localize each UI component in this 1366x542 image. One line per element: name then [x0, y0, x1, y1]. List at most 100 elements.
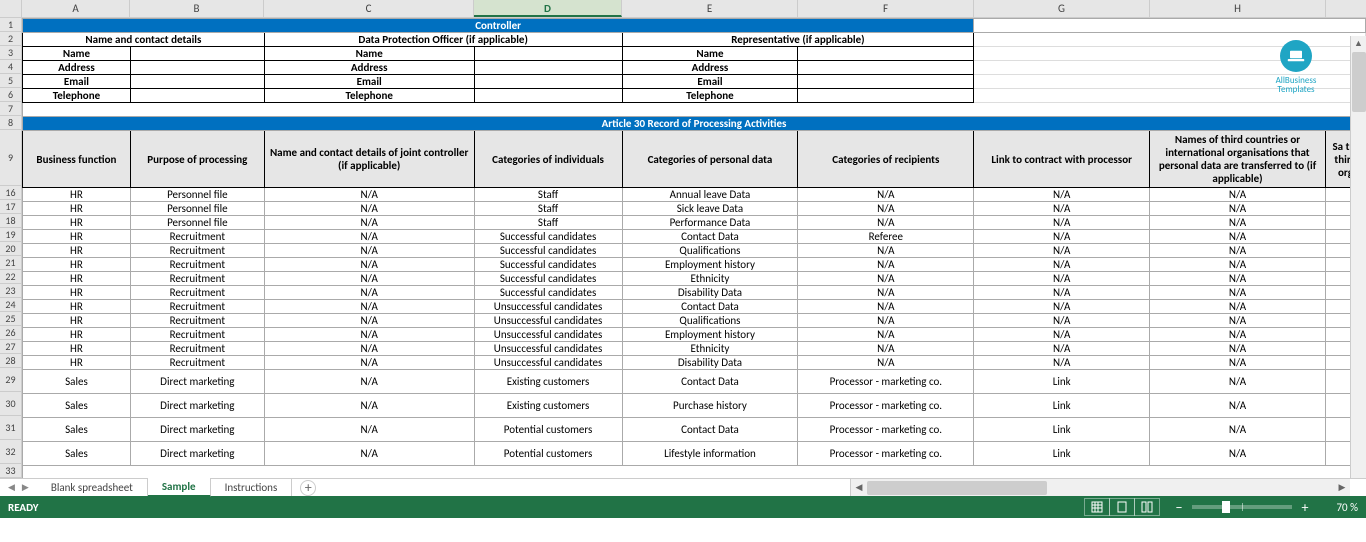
- cell[interactable]: Address: [264, 61, 474, 75]
- cell[interactable]: N/A: [798, 314, 974, 328]
- cell[interactable]: Performance Data: [622, 216, 798, 230]
- cell[interactable]: Recruitment: [130, 314, 264, 328]
- cell[interactable]: Disability Data: [622, 356, 798, 370]
- cell[interactable]: HR: [22, 328, 130, 342]
- cell[interactable]: N/A: [798, 356, 974, 370]
- cell[interactable]: Name and contact details: [22, 33, 264, 47]
- table-header[interactable]: Categories of recipients: [798, 131, 974, 188]
- cell[interactable]: Ethnicity: [622, 272, 798, 286]
- cell[interactable]: Staff: [474, 216, 622, 230]
- cell[interactable]: N/A: [1150, 342, 1326, 356]
- cell[interactable]: Recruitment: [130, 258, 264, 272]
- cell[interactable]: Controller: [22, 19, 973, 33]
- sheet-tab-sample[interactable]: Sample: [148, 478, 211, 497]
- cell[interactable]: Personnel file: [130, 202, 264, 216]
- cell[interactable]: N/A: [974, 300, 1150, 314]
- tab-nav-prev-icon[interactable]: ◀: [6, 482, 17, 493]
- col-header-C[interactable]: C: [264, 0, 474, 17]
- cell[interactable]: N/A: [1150, 314, 1326, 328]
- col-header-F[interactable]: F: [798, 0, 974, 17]
- cell[interactable]: Telephone: [264, 89, 474, 103]
- cell[interactable]: Direct marketing: [130, 418, 264, 442]
- cell[interactable]: Annual leave Data: [622, 188, 798, 202]
- cell[interactable]: Employment history: [622, 328, 798, 342]
- cell[interactable]: HR: [22, 188, 130, 202]
- cell[interactable]: Purchase history: [622, 394, 798, 418]
- cell[interactable]: N/A: [798, 258, 974, 272]
- cell[interactable]: [974, 19, 1366, 33]
- row-header-33[interactable]: 33: [0, 464, 22, 478]
- zoom-handle[interactable]: [1222, 501, 1230, 513]
- row-header-25[interactable]: 25: [0, 312, 22, 326]
- cell[interactable]: Recruitment: [130, 342, 264, 356]
- tab-nav-next-icon[interactable]: ▶: [20, 482, 31, 493]
- cell[interactable]: Personnel file: [130, 216, 264, 230]
- cell[interactable]: Potential customers: [474, 418, 622, 442]
- cell[interactable]: N/A: [974, 244, 1150, 258]
- cell[interactable]: Recruitment: [130, 328, 264, 342]
- row-header-4[interactable]: 4: [0, 60, 22, 74]
- cell[interactable]: [130, 61, 264, 75]
- cell[interactable]: [798, 89, 974, 103]
- cell[interactable]: Recruitment: [130, 300, 264, 314]
- cell[interactable]: Unsuccessful candidates: [474, 314, 622, 328]
- cell[interactable]: N/A: [264, 342, 474, 356]
- cell[interactable]: Sales: [22, 394, 130, 418]
- hscroll-thumb[interactable]: [867, 481, 1047, 495]
- cell[interactable]: Email: [622, 75, 798, 89]
- row-header-17[interactable]: 17: [0, 200, 22, 214]
- cell[interactable]: Contact Data: [622, 370, 798, 394]
- page-break-view-icon[interactable]: [1134, 498, 1160, 516]
- cell[interactable]: [130, 47, 264, 61]
- cell[interactable]: N/A: [974, 328, 1150, 342]
- cell[interactable]: Contact Data: [622, 230, 798, 244]
- cell[interactable]: Sales: [22, 418, 130, 442]
- row-header-32[interactable]: 32: [0, 440, 22, 464]
- cell[interactable]: Sick leave Data: [622, 202, 798, 216]
- col-header-A[interactable]: A: [22, 0, 130, 17]
- cell[interactable]: N/A: [264, 300, 474, 314]
- cell[interactable]: Unsuccessful candidates: [474, 300, 622, 314]
- cell[interactable]: N/A: [798, 188, 974, 202]
- cell[interactable]: Successful candidates: [474, 258, 622, 272]
- cell[interactable]: Recruitment: [130, 230, 264, 244]
- table-header[interactable]: Names of third countries or internationa…: [1150, 131, 1326, 188]
- cell[interactable]: N/A: [1150, 216, 1326, 230]
- cell[interactable]: N/A: [1150, 394, 1326, 418]
- cell[interactable]: [474, 89, 622, 103]
- add-sheet-button[interactable]: +: [300, 480, 316, 496]
- cell[interactable]: N/A: [798, 272, 974, 286]
- row-header-27[interactable]: 27: [0, 340, 22, 354]
- col-header-H[interactable]: H: [1150, 0, 1326, 17]
- sheet-tab-blank-spreadsheet[interactable]: Blank spreadsheet: [37, 479, 148, 496]
- cell[interactable]: Processor - marketing co.: [798, 370, 974, 394]
- scroll-left-arrow-icon[interactable]: ◀: [851, 482, 867, 493]
- cell[interactable]: N/A: [1150, 356, 1326, 370]
- row-header-9[interactable]: 9: [0, 130, 22, 186]
- cell[interactable]: N/A: [1150, 272, 1326, 286]
- cell[interactable]: N/A: [1150, 258, 1326, 272]
- page-layout-view-icon[interactable]: [1109, 498, 1135, 516]
- row-header-31[interactable]: 31: [0, 416, 22, 440]
- cell[interactable]: HR: [22, 314, 130, 328]
- cell[interactable]: N/A: [264, 314, 474, 328]
- vertical-scrollbar[interactable]: ▲ ▼: [1350, 36, 1366, 478]
- cell[interactable]: Telephone: [22, 89, 130, 103]
- cell[interactable]: [474, 61, 622, 75]
- row-header-8[interactable]: 8: [0, 116, 22, 130]
- cell[interactable]: N/A: [798, 244, 974, 258]
- cell[interactable]: Successful candidates: [474, 286, 622, 300]
- cell[interactable]: Qualifications: [622, 314, 798, 328]
- cell[interactable]: HR: [22, 356, 130, 370]
- cell[interactable]: N/A: [264, 442, 474, 466]
- cell[interactable]: Link: [974, 394, 1150, 418]
- cell[interactable]: N/A: [974, 188, 1150, 202]
- table-header[interactable]: Categories of individuals: [474, 131, 622, 188]
- cell[interactable]: Recruitment: [130, 286, 264, 300]
- cell[interactable]: Direct marketing: [130, 394, 264, 418]
- cell[interactable]: N/A: [974, 202, 1150, 216]
- cell[interactable]: Staff: [474, 188, 622, 202]
- row-header-21[interactable]: 21: [0, 256, 22, 270]
- cell[interactable]: [22, 103, 1365, 117]
- cell[interactable]: N/A: [1150, 188, 1326, 202]
